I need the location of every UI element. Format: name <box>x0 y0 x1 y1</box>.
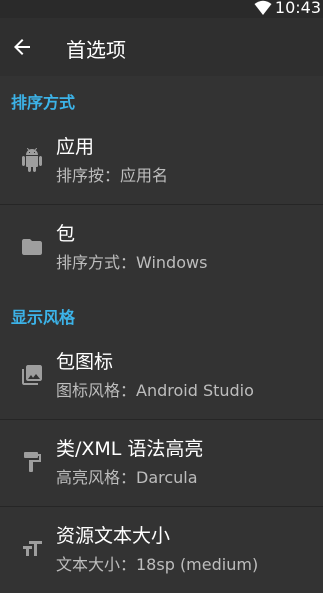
page-title: 首选项 <box>66 38 126 62</box>
pref-item-text-size[interactable]: 资源文本大小 文本大小：18sp (medium) <box>0 507 323 593</box>
pref-item-package-sort[interactable]: 包 排序方式：Windows <box>0 205 323 291</box>
folder-icon <box>22 239 42 255</box>
pref-item-syntax-highlight[interactable]: 类/XML 语法高亮 高亮风格：Darcula <box>0 420 323 507</box>
pref-item-summary: 高亮风格：Darcula <box>56 468 198 487</box>
pref-item-package-icon[interactable]: 包图标 图标风格：Android Studio <box>0 333 323 420</box>
format-paint-icon <box>24 452 41 472</box>
status-bar: 10:43 <box>0 0 323 18</box>
pref-item-summary: 图标风格：Android Studio <box>56 381 254 400</box>
android-icon <box>22 148 42 172</box>
pref-item-summary: 排序按：应用名 <box>56 166 169 185</box>
pref-item-summary: 排序方式：Windows <box>56 253 208 272</box>
status-time: 10:43 <box>274 0 321 17</box>
pref-item-title: 包图标 <box>56 351 114 373</box>
section-header-display: 显示风格 <box>11 308 76 327</box>
pref-item-title: 包 <box>56 223 76 245</box>
pref-item-app-sort[interactable]: 应用 排序按：应用名 <box>0 118 323 205</box>
section-header-sort: 排序方式 <box>11 93 76 112</box>
preferences-list: 排序方式 应用 排序按：应用名 包 排序方式：Windows 显示风格 包图标 … <box>0 76 323 593</box>
pref-item-title: 类/XML 语法高亮 <box>56 438 204 460</box>
photo-library-icon <box>22 365 42 385</box>
pref-item-summary: 文本大小：18sp (medium) <box>56 555 259 574</box>
pref-item-title: 应用 <box>56 136 95 158</box>
arrow-back-icon[interactable] <box>10 35 34 59</box>
pref-item-title: 资源文本大小 <box>56 525 171 547</box>
app-bar: 首选项 <box>0 18 323 76</box>
wifi-icon <box>254 0 272 15</box>
text-size-icon <box>23 541 42 556</box>
